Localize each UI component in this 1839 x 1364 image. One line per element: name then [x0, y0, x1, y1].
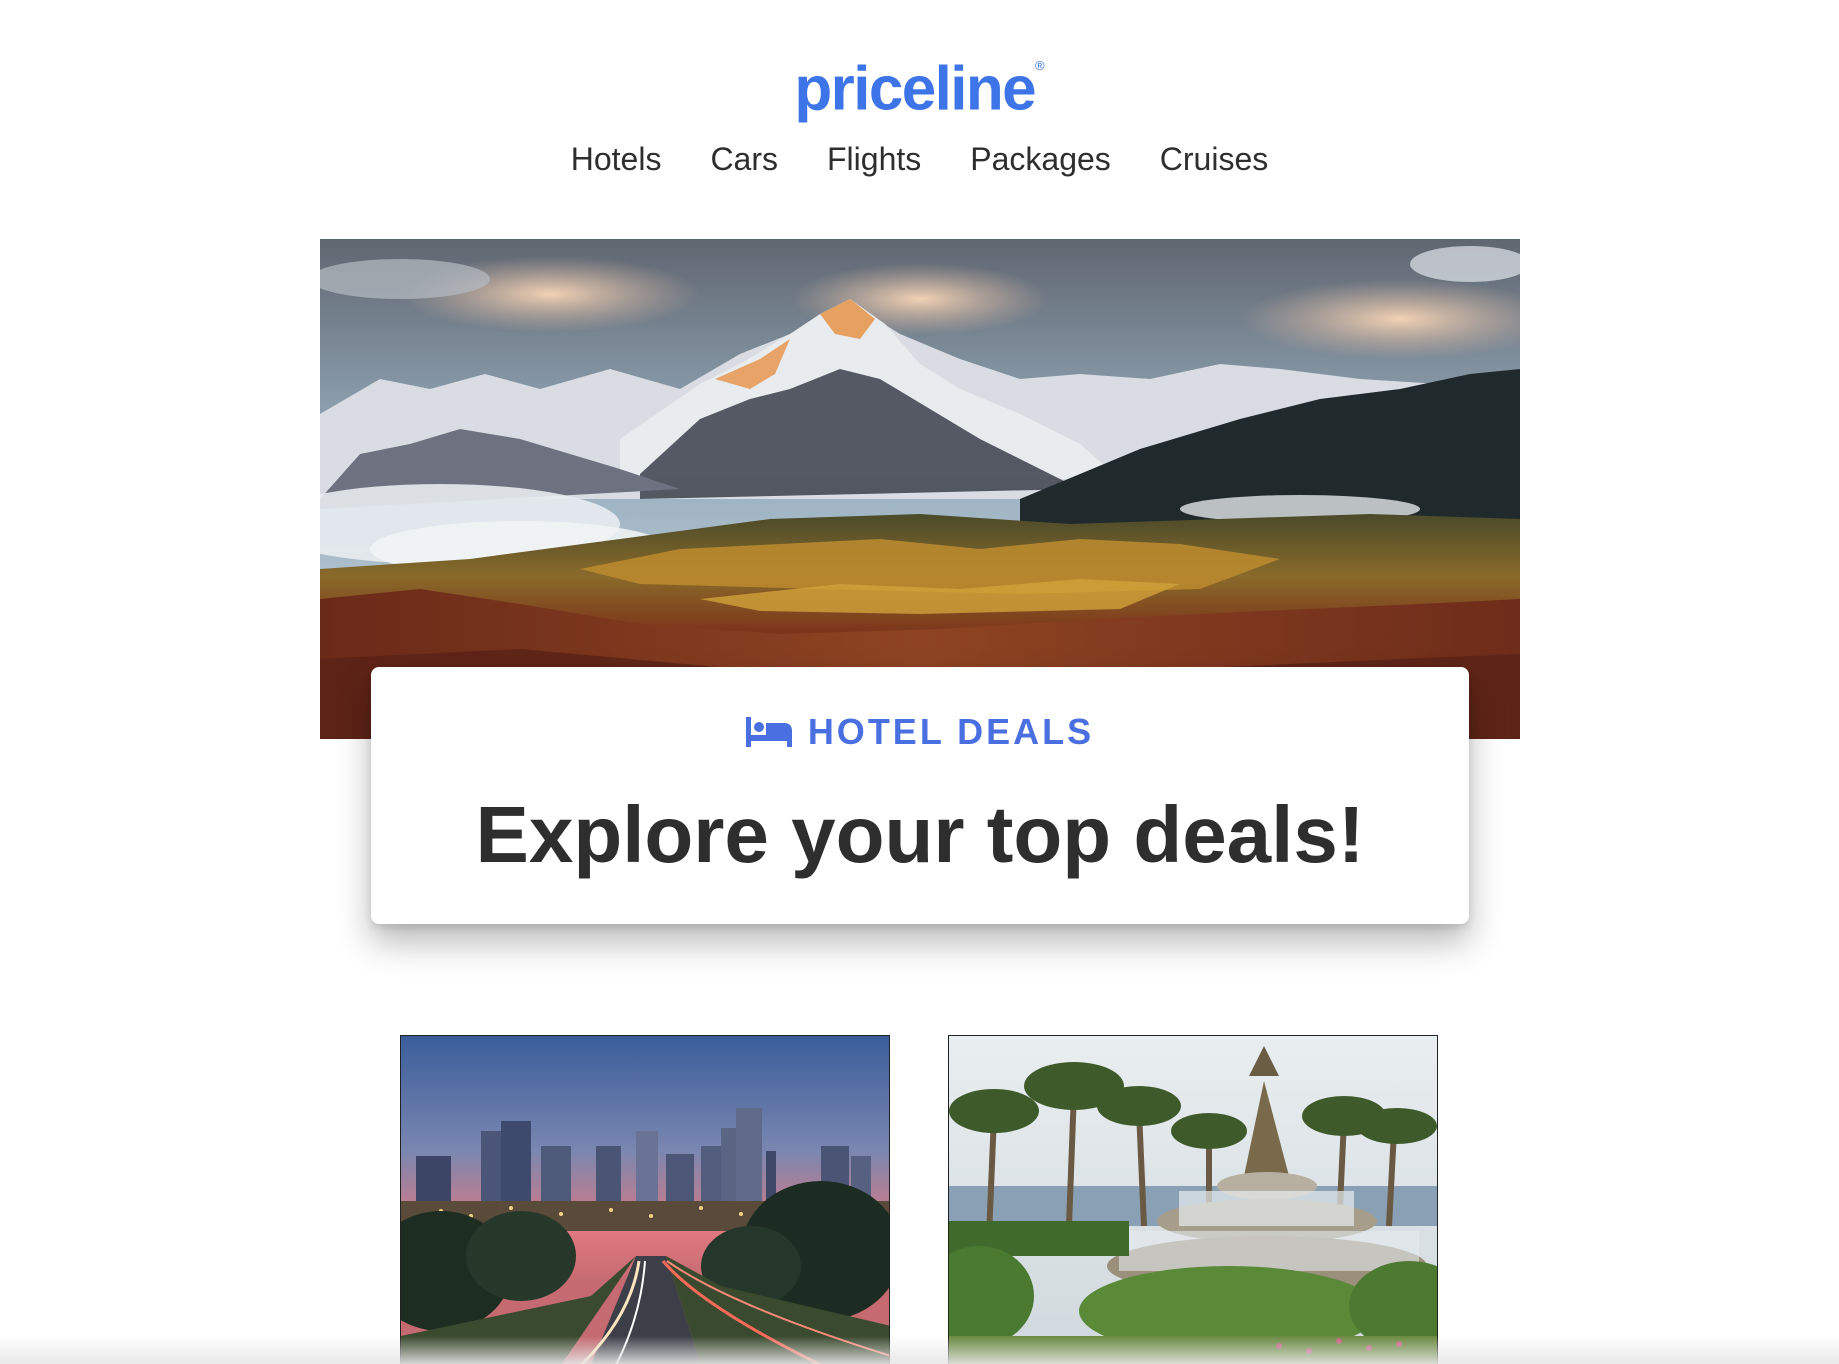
nav-hotels-link[interactable]: Hotels	[571, 139, 662, 179]
pineapple-fountain-thumbnail[interactable]	[948, 1035, 1438, 1364]
logo-registered-mark: ®	[1035, 58, 1045, 73]
nav-cars-link[interactable]: Cars	[710, 139, 778, 179]
scroll-fade	[0, 1336, 1839, 1364]
nav-packages-link[interactable]: Packages	[970, 139, 1111, 179]
priceline-logo[interactable]: priceline®	[0, 44, 1839, 130]
hero-mountain-image[interactable]	[320, 239, 1520, 739]
nav-flights-link[interactable]: Flights	[827, 139, 921, 179]
deals-headline: Explore your top deals!	[475, 790, 1365, 879]
hotel-deals-card: HOTEL DEALS Explore your top deals!	[371, 667, 1469, 924]
hotel-deals-eyebrow[interactable]: HOTEL DEALS	[371, 711, 1469, 753]
city-skyline-thumbnail[interactable]	[400, 1035, 890, 1364]
hotel-deals-label: HOTEL DEALS	[807, 711, 1095, 752]
bed-icon	[745, 717, 792, 747]
top-nav: Hotels Cars Flights Packages Cruises	[0, 139, 1839, 179]
email-page: priceline® Hotels Cars Flights Packages …	[0, 0, 1839, 1364]
nav-cruises-link[interactable]: Cruises	[1160, 139, 1268, 179]
logo-text: priceline	[794, 54, 1036, 124]
